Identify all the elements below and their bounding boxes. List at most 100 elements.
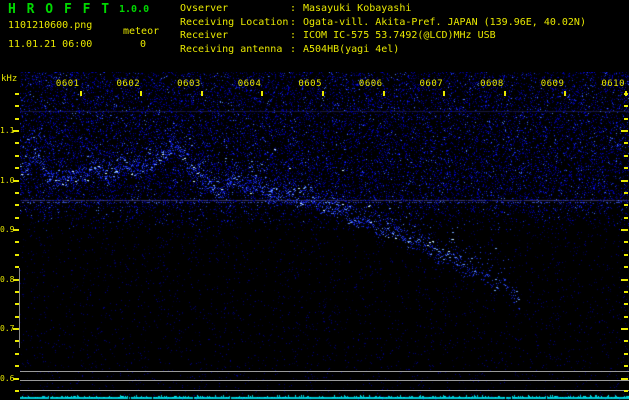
time-tick: [382, 91, 385, 96]
time-tick-label: 0604: [237, 79, 262, 89]
location-value: Ogata-vill. Akita-Pref. JAPAN (139.96E, …: [303, 16, 586, 28]
app-version: 1.0.0: [119, 4, 150, 15]
frequency-tick-label: 0.9: [0, 225, 15, 234]
frequency-tick-right: [621, 328, 628, 331]
spectrogram-canvas: [20, 72, 629, 400]
frequency-tick-right: [624, 241, 628, 244]
frequency-tick-label: 1.0: [0, 175, 15, 185]
antenna-label: Receiving antenna: [180, 43, 283, 55]
antenna-value: A504HB(yagi 4el): [303, 43, 400, 55]
frequency-tick-left: [13, 278, 19, 281]
receiver-label: Receiver: [180, 30, 229, 41]
receiver-value: ICOM IC-575 53.7492(@LCD)MHz USB: [303, 30, 496, 41]
info-separator: :: [290, 3, 297, 14]
frequency-tick-left: [13, 328, 19, 331]
frequency-tick-left: [13, 130, 19, 133]
observer-value: Masayuki Kobayashi: [303, 3, 412, 14]
time-tick: [625, 91, 627, 96]
frequency-tick-left: [15, 290, 19, 293]
time-tick-label: 0606: [358, 79, 383, 89]
app-title: H R O F F T: [8, 2, 111, 17]
frequency-tick-right: [624, 216, 628, 219]
frequency-tick-left: [15, 216, 19, 219]
frequency-tick-label: 0.8: [0, 274, 15, 284]
frequency-tick-left: [15, 204, 19, 207]
frequency-tick-right: [624, 142, 628, 145]
level-reference-line: [20, 390, 629, 391]
frequency-tick-right: [624, 154, 628, 157]
frequency-tick-right: [621, 179, 628, 182]
frequency-tick-left: [15, 191, 19, 194]
info-separator: :: [290, 43, 297, 55]
time-tick: [79, 91, 82, 96]
time-tick-label: 0607: [419, 79, 444, 89]
frequency-tick-left: [15, 389, 19, 392]
info-row-location: Receiving Location: Ogata-vill. Akita-Pre…: [180, 16, 586, 30]
frequency-tick-left: [15, 315, 19, 318]
time-tick: [503, 91, 506, 96]
observer-label: Ovserver: [180, 3, 229, 14]
level-reference-line: [20, 371, 629, 372]
frequency-tick-right: [621, 377, 628, 380]
station-info: Ovserver: Masayuki Kobayashi Receiving Lo…: [180, 2, 586, 56]
frequency-tick-left: [15, 105, 19, 108]
output-filename: 1101210600.png: [8, 20, 93, 31]
frequency-tick-left: [15, 365, 19, 368]
frequency-tick-left: [15, 154, 19, 157]
frequency-axis-unit: kHz: [1, 74, 18, 84]
meteor-counter-label: meteor: [123, 26, 160, 37]
frequency-tick-right: [624, 340, 628, 343]
frequency-tick-left: [13, 229, 19, 232]
time-tick-label: 0610: [601, 79, 625, 89]
frequency-tick-right: [624, 117, 628, 120]
time-tick-label: 0603: [177, 79, 201, 89]
time-tick-label: 0605: [298, 79, 322, 89]
frequency-tick-right: [624, 253, 628, 256]
frequency-tick-left: [15, 303, 19, 306]
frequency-tick-right: [624, 266, 628, 269]
frequency-tick-left: [15, 266, 19, 269]
frequency-tick-left: [15, 340, 19, 343]
frequency-tick-right: [624, 105, 628, 108]
frequency-tick-right: [624, 352, 628, 355]
time-tick-label: 0601: [55, 79, 80, 89]
time-tick: [443, 91, 446, 96]
time-tick: [322, 91, 324, 96]
time-tick: [564, 91, 567, 96]
frequency-tick-right: [624, 315, 628, 318]
frequency-tick-right: [624, 303, 628, 306]
frequency-tick-right: [621, 229, 628, 232]
location-label: Receiving Location: [180, 16, 289, 28]
counting-band-marker: [19, 268, 20, 348]
info-separator: :: [290, 16, 297, 28]
frequency-tick-left: [15, 142, 19, 145]
frequency-tick-left: [15, 167, 19, 170]
frequency-tick-right: [621, 130, 628, 133]
time-tick-label: 0609: [540, 79, 565, 89]
info-row-antenna: Receiving antenna: A504HB(yagi 4el): [180, 43, 586, 57]
time-tick: [140, 91, 143, 96]
frequency-tick-right: [624, 167, 628, 170]
frequency-tick-label: 0.7: [0, 324, 15, 333]
frequency-tick-right: [624, 191, 628, 194]
time-tick-label: 0608: [480, 79, 504, 89]
frequency-tick-label: 0.6: [0, 373, 15, 383]
time-tick-label: 0602: [116, 79, 141, 89]
info-row-receiver: Receiver: ICOM IC-575 53.7492(@LCD)MHz US…: [180, 29, 586, 43]
time-tick: [261, 91, 264, 96]
frequency-tick-left: [15, 241, 19, 244]
frequency-tick-label: 1.1: [0, 126, 15, 135]
info-row-observer: Ovserver: Masayuki Kobayashi: [180, 2, 586, 16]
frequency-tick-right: [624, 365, 628, 368]
capture-datetime: 11.01.21 06:00: [8, 39, 93, 50]
info-separator: :: [290, 30, 297, 41]
hrofft-window: H R O F F T 1.0.0 1101210600.png meteor …: [0, 0, 629, 400]
time-tick: [200, 91, 203, 96]
frequency-tick-left: [15, 253, 19, 256]
frequency-tick-left: [13, 377, 19, 380]
meteor-count-value: 0: [140, 39, 147, 50]
frequency-tick-right: [624, 204, 628, 207]
frequency-tick-left: [15, 352, 19, 355]
level-reference-line: [20, 380, 629, 381]
frequency-tick-right: [624, 290, 628, 293]
